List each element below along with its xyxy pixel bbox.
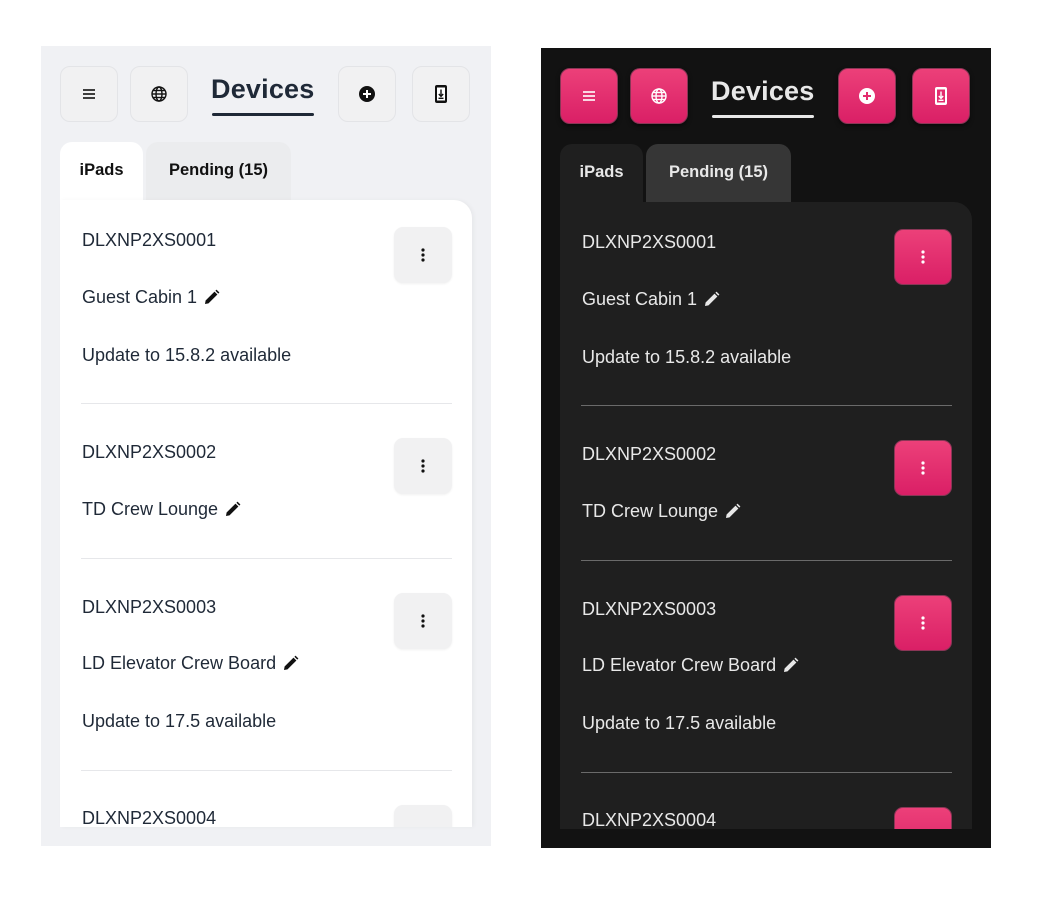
- tab-ipads[interactable]: iPads: [560, 144, 643, 206]
- list-item: DLXNP2XS0001 Guest Cabin 1 Update to 15.…: [81, 200, 452, 404]
- device-name: LD Elevator Crew Board: [582, 655, 799, 676]
- edit-name-icon[interactable]: [782, 657, 799, 674]
- more-vertical-icon: [921, 250, 925, 264]
- device-menu-button[interactable]: [894, 595, 952, 651]
- more-vertical-icon: [921, 461, 925, 475]
- device-list: DLXNP2XS0001 Guest Cabin 1 Update to 15.…: [560, 202, 972, 829]
- device-serial: DLXNP2XS0002: [582, 444, 717, 464]
- device-menu-button[interactable]: [894, 807, 952, 829]
- device-serial: DLXNP2XS0003: [582, 599, 717, 619]
- device-list: DLXNP2XS0001 Guest Cabin 1 Update to 15.…: [60, 200, 472, 827]
- device-name: TD Crew Lounge: [82, 499, 241, 520]
- light-theme-panel: Devices iPads Pending (15) DLXNP2XS0001 …: [41, 46, 491, 846]
- more-vertical-icon: [921, 616, 925, 630]
- list-item: DLXNP2XS0001 Guest Cabin 1 Update to 15.…: [581, 202, 952, 406]
- title-underline: [212, 113, 315, 116]
- add-circle-icon: [358, 85, 376, 103]
- add-circle-icon: [858, 87, 876, 105]
- add-device-button[interactable]: [838, 68, 896, 124]
- device-menu-button[interactable]: [394, 593, 452, 649]
- globe-icon: [650, 87, 668, 105]
- title-underline: [712, 115, 815, 118]
- list-item: DLXNP2XS0004: [581, 773, 952, 829]
- page-title: Devices: [711, 76, 815, 118]
- page-title: Devices: [211, 74, 315, 116]
- tab-pending[interactable]: Pending (15): [146, 142, 291, 204]
- update-status: Update to 15.8.2 available: [82, 345, 292, 365]
- tab-ipads[interactable]: iPads: [60, 142, 143, 204]
- download-device-button[interactable]: [912, 68, 970, 124]
- edit-name-icon[interactable]: [224, 501, 241, 518]
- language-button[interactable]: [130, 66, 188, 122]
- tab-pending[interactable]: Pending (15): [646, 144, 791, 206]
- device-serial: DLXNP2XS0004: [582, 810, 717, 829]
- device-serial: DLXNP2XS0002: [82, 442, 217, 462]
- list-item: DLXNP2XS0003 LD Elevator Crew Board Upda…: [81, 559, 452, 771]
- dark-theme-panel: Devices iPads Pending (15) DLXNP2XS0001 …: [541, 48, 991, 848]
- menu-icon: [581, 88, 597, 104]
- device-name: Guest Cabin 1: [582, 289, 720, 310]
- device-menu-button[interactable]: [894, 229, 952, 285]
- edit-name-icon[interactable]: [282, 655, 299, 672]
- more-vertical-icon: [421, 614, 425, 628]
- device-serial: DLXNP2XS0003: [82, 597, 217, 617]
- device-menu-button[interactable]: [394, 438, 452, 494]
- edit-name-icon[interactable]: [203, 289, 220, 306]
- device-name: LD Elevator Crew Board: [82, 653, 299, 674]
- device-menu-button[interactable]: [394, 227, 452, 283]
- device-name: TD Crew Lounge: [582, 501, 741, 522]
- edit-name-icon[interactable]: [724, 503, 741, 520]
- update-status: Update to 17.5 available: [582, 713, 777, 733]
- update-status: Update to 15.8.2 available: [582, 347, 792, 367]
- language-button[interactable]: [630, 68, 688, 124]
- device-menu-button[interactable]: [394, 805, 452, 827]
- globe-icon: [150, 85, 168, 103]
- device-download-icon: [934, 86, 948, 106]
- list-item: DLXNP2XS0003 LD Elevator Crew Board Upda…: [581, 561, 952, 773]
- download-device-button[interactable]: [412, 66, 470, 122]
- more-vertical-icon: [421, 459, 425, 473]
- device-name: Guest Cabin 1: [82, 287, 220, 308]
- update-status: Update to 17.5 available: [82, 711, 277, 731]
- edit-name-icon[interactable]: [703, 291, 720, 308]
- menu-button[interactable]: [560, 68, 618, 124]
- list-item: DLXNP2XS0002 TD Crew Lounge: [81, 404, 452, 559]
- device-download-icon: [434, 84, 448, 104]
- header: Devices: [60, 66, 472, 123]
- add-device-button[interactable]: [338, 66, 396, 122]
- device-serial: DLXNP2XS0004: [82, 808, 217, 827]
- device-menu-button[interactable]: [894, 440, 952, 496]
- list-item: DLXNP2XS0002 TD Crew Lounge: [581, 406, 952, 561]
- menu-icon: [81, 86, 97, 102]
- device-serial: DLXNP2XS0001: [582, 232, 717, 252]
- menu-button[interactable]: [60, 66, 118, 122]
- more-vertical-icon: [421, 248, 425, 262]
- header: Devices: [560, 68, 972, 125]
- list-item: DLXNP2XS0004: [81, 771, 452, 827]
- device-serial: DLXNP2XS0001: [82, 230, 217, 250]
